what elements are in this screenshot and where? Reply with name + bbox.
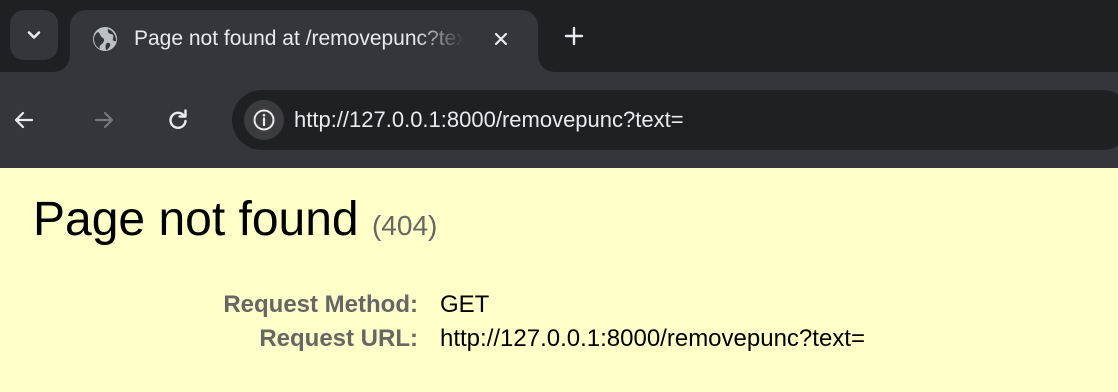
request-method-label: Request Method: bbox=[223, 291, 418, 318]
toolbar: http://127.0.0.1:8000/removepunc?text= bbox=[0, 72, 1118, 168]
tab-close-button[interactable] bbox=[486, 24, 516, 54]
arrow-left-icon bbox=[14, 111, 34, 129]
plus-icon bbox=[564, 26, 584, 46]
forward-button[interactable] bbox=[84, 100, 124, 140]
new-tab-button[interactable] bbox=[556, 18, 592, 54]
site-info-button[interactable] bbox=[244, 100, 284, 140]
tab-title: Page not found at /removepunc?text= bbox=[134, 27, 464, 50]
info-icon bbox=[253, 109, 275, 131]
request-method-value: GET bbox=[440, 291, 490, 318]
browser-window: Page not found at /removepunc?text= http… bbox=[0, 0, 1118, 168]
status-code: (404) bbox=[371, 210, 438, 241]
chevron-down-icon bbox=[27, 31, 41, 39]
tab-search-button[interactable] bbox=[10, 10, 58, 60]
page-title: Page not found (404) bbox=[33, 190, 437, 256]
page-content: Page not found (404) Request Method: GET… bbox=[0, 168, 1118, 392]
url-text[interactable]: http://127.0.0.1:8000/removepunc?text= bbox=[294, 105, 684, 135]
tab-active[interactable]: Page not found at /removepunc?text= bbox=[54, 10, 554, 72]
close-icon bbox=[494, 32, 508, 46]
globe-icon bbox=[93, 27, 117, 51]
arrow-right-icon bbox=[94, 111, 114, 129]
request-url-value: http://127.0.0.1:8000/removepunc?text= bbox=[440, 325, 865, 352]
request-details: Request Method: GET Request URL: http://… bbox=[0, 288, 1118, 356]
request-url-row: Request URL: http://127.0.0.1:8000/remov… bbox=[0, 322, 1118, 356]
reload-icon bbox=[169, 109, 187, 129]
address-bar[interactable]: http://127.0.0.1:8000/removepunc?text= bbox=[232, 90, 1118, 150]
reload-button[interactable] bbox=[158, 100, 198, 140]
tab-strip: Page not found at /removepunc?text= bbox=[0, 0, 1118, 72]
request-url-label: Request URL: bbox=[259, 325, 418, 352]
back-button[interactable] bbox=[4, 100, 44, 140]
page-title-text: Page not found bbox=[33, 193, 359, 246]
request-method-row: Request Method: GET bbox=[0, 288, 1118, 322]
